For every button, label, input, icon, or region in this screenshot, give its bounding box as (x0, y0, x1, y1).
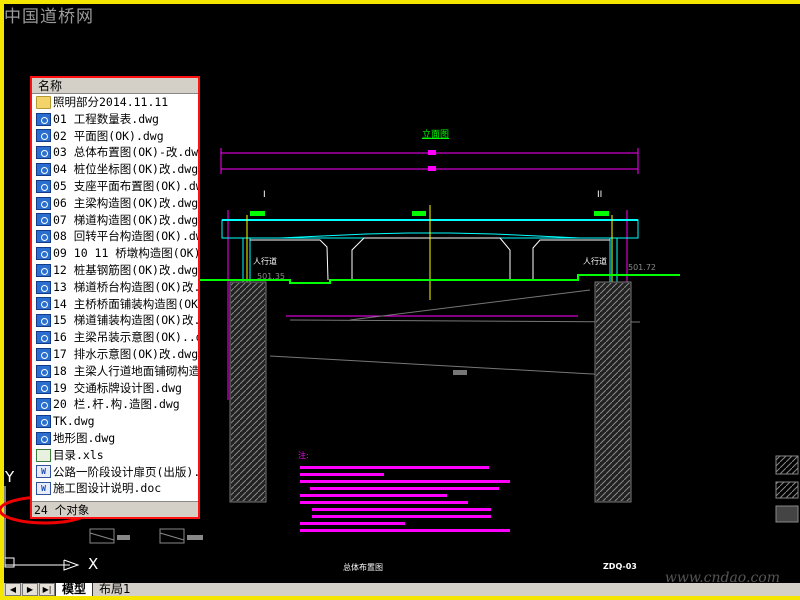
file-item[interactable]: 01 工程数量表.dwg (32, 111, 198, 128)
file-item[interactable]: 04 桩位坐标图(OK)改.dwg (32, 161, 198, 178)
folder-file-icon (36, 95, 51, 109)
file-item[interactable]: 08 回转平台构造图(OK).dwg (32, 228, 198, 245)
file-item[interactable]: 19 交通标牌设计图.dwg (32, 380, 198, 397)
file-item[interactable]: 照明部分2014.11.11 (32, 94, 198, 111)
file-item-label: 03 总体布置图(OK)-改.dwg (53, 145, 198, 160)
file-item-label: 15 梯道铺装构造图(OK)改.dwg (53, 313, 198, 328)
dwg-file-icon (36, 263, 51, 277)
dwg-file-icon (36, 431, 51, 445)
file-item[interactable]: W公路一阶段设计扉页(出版).doc (32, 464, 198, 481)
elevation-right: 501.72 (628, 263, 656, 272)
elevation-title: 立面图 (422, 130, 450, 140)
file-item[interactable]: 20 栏.杆.构.造图.dwg (32, 396, 198, 413)
elevation-left: 501.35 (257, 272, 285, 281)
file-item-label: 地形图.dwg (53, 430, 116, 445)
dwg-file-icon (36, 347, 51, 361)
sidewalk-right-label: 人行道 (583, 257, 607, 266)
file-item-label: 18 主梁人行道地面铺砌构造图.dwg (53, 363, 198, 378)
dwg-file-icon (36, 398, 51, 412)
dwg-file-icon (36, 381, 51, 395)
next-tab-button[interactable]: ▶ (22, 583, 38, 596)
notes-heading: 注: (298, 451, 309, 460)
tab-layout1[interactable]: 布局1 (92, 583, 137, 596)
section-mark-left: I (263, 190, 266, 200)
tab-model[interactable]: 模型 (55, 583, 93, 596)
dwg-file-icon (36, 213, 51, 227)
file-item[interactable]: 15 梯道铺装构造图(OK)改.dwg (32, 312, 198, 329)
file-item-label: 02 平面图(OK).dwg (53, 128, 164, 143)
file-item[interactable]: 05 支座平面布置图(OK).dwg (32, 178, 198, 195)
file-item-label: 06 主梁构造图(OK)改.dwg (53, 195, 198, 210)
dwg-file-icon (36, 146, 51, 160)
file-item-label: 目录.xls (53, 447, 104, 462)
dwg-file-icon (36, 331, 51, 345)
file-item[interactable]: 13 梯道桥台构造图(OK)改.dwg (32, 279, 198, 296)
file-item-label: 05 支座平面布置图(OK).dwg (53, 178, 198, 193)
file-item[interactable]: 目录.xls (32, 447, 198, 464)
dwg-file-icon (36, 230, 51, 244)
ucs-x-label: X (88, 555, 99, 573)
file-item-label: 公路一阶段设计扉页(出版).doc (53, 464, 198, 479)
notes-block (300, 462, 510, 536)
dwg-file-icon (36, 129, 51, 143)
file-item-label: 12 桩基钢筋图(OK)改.dwg (53, 262, 198, 277)
dwg-file-icon (36, 179, 51, 193)
file-list: 照明部分2014.11.11 01 工程数量表.dwg 02 平面图(OK).dwg… (32, 94, 198, 497)
file-item-label: 13 梯道桥台构造图(OK)改.dwg (53, 279, 198, 294)
file-item[interactable]: 02 平面图(OK).dwg (32, 128, 198, 145)
file-item-label: 07 梯道构造图(OK)改.dwg (53, 212, 198, 227)
file-item[interactable]: 17 排水示意图(OK)改.dwg (32, 346, 198, 363)
dwg-file-icon (36, 314, 51, 328)
status-object-count: 24 个对象 (32, 501, 198, 517)
file-item[interactable]: 18 主梁人行道地面铺砌构造图.dwg (32, 363, 198, 380)
file-item-label: 19 交通标牌设计图.dwg (53, 380, 182, 395)
file-item[interactable]: 地形图.dwg (32, 430, 198, 447)
file-list-panel: 名称 照明部分2014.11.11 01 工程数量表.dwg 02 平面图(OK).… (30, 76, 200, 519)
file-item[interactable]: 12 桩基钢筋图(OK)改.dwg (32, 262, 198, 279)
file-item-label: 14 主桥桥面铺装构造图(OK).dwg (53, 296, 198, 311)
file-item-label: TK.dwg (53, 414, 95, 429)
dwg-file-icon (36, 297, 51, 311)
file-item-label: 施工图设计说明.doc (53, 481, 162, 496)
last-tab-button[interactable]: ▶| (39, 583, 55, 596)
ucs-y-label: Y (5, 468, 15, 486)
dwg-file-icon (36, 112, 51, 126)
file-item[interactable]: TK.dwg (32, 413, 198, 430)
file-item-label: 20 栏.杆.构.造图.dwg (53, 397, 180, 412)
dwg-file-icon (36, 163, 51, 177)
file-item[interactable]: 03 总体布置图(OK)-改.dwg (32, 144, 198, 161)
dwg-file-icon (36, 247, 51, 261)
file-item-label: 16 主梁吊装示意图(OK)..dwg (53, 330, 198, 345)
dwg-file-icon (36, 415, 51, 429)
sheet-title: 总体布置图 (343, 563, 383, 572)
doc-file-icon: W (36, 482, 51, 496)
file-item-label: 04 桩位坐标图(OK)改.dwg (53, 162, 198, 177)
file-item[interactable]: 09 10 11 桥墩构造图(OK).dwg (32, 245, 198, 262)
xls-file-icon (36, 448, 51, 462)
doc-file-icon: W (36, 465, 51, 479)
file-item-label: 01 工程数量表.dwg (53, 111, 159, 126)
file-item-label: 照明部分2014.11.11 (53, 95, 169, 109)
watermark-bottom: www.cndao.com (664, 570, 780, 586)
first-tab-button[interactable]: ◀ (5, 583, 21, 596)
file-item[interactable]: 06 主梁构造图(OK)改.dwg (32, 195, 198, 212)
section-mark-right: II (597, 190, 603, 200)
sheet-code: ZDQ-03 (603, 562, 637, 571)
file-item[interactable]: W 施工图设计说明.doc (32, 480, 198, 497)
sidewalk-left-label: 人行道 (253, 257, 277, 266)
file-item[interactable]: 14 主桥桥面铺装构造图(OK).dwg (32, 296, 198, 313)
dwg-file-icon (36, 364, 51, 378)
file-item-label: 09 10 11 桥墩构造图(OK).dwg (53, 246, 198, 261)
file-item[interactable]: 07 梯道构造图(OK)改.dwg (32, 212, 198, 229)
file-item-label: 17 排水示意图(OK)改.dwg (53, 346, 198, 361)
file-item[interactable]: 16 主梁吊装示意图(OK)..dwg (32, 329, 198, 346)
dwg-file-icon (36, 196, 51, 210)
dwg-file-icon (36, 280, 51, 294)
column-header-name[interactable]: 名称 (32, 78, 198, 94)
file-item-label: 08 回转平台构造图(OK).dwg (53, 229, 198, 244)
